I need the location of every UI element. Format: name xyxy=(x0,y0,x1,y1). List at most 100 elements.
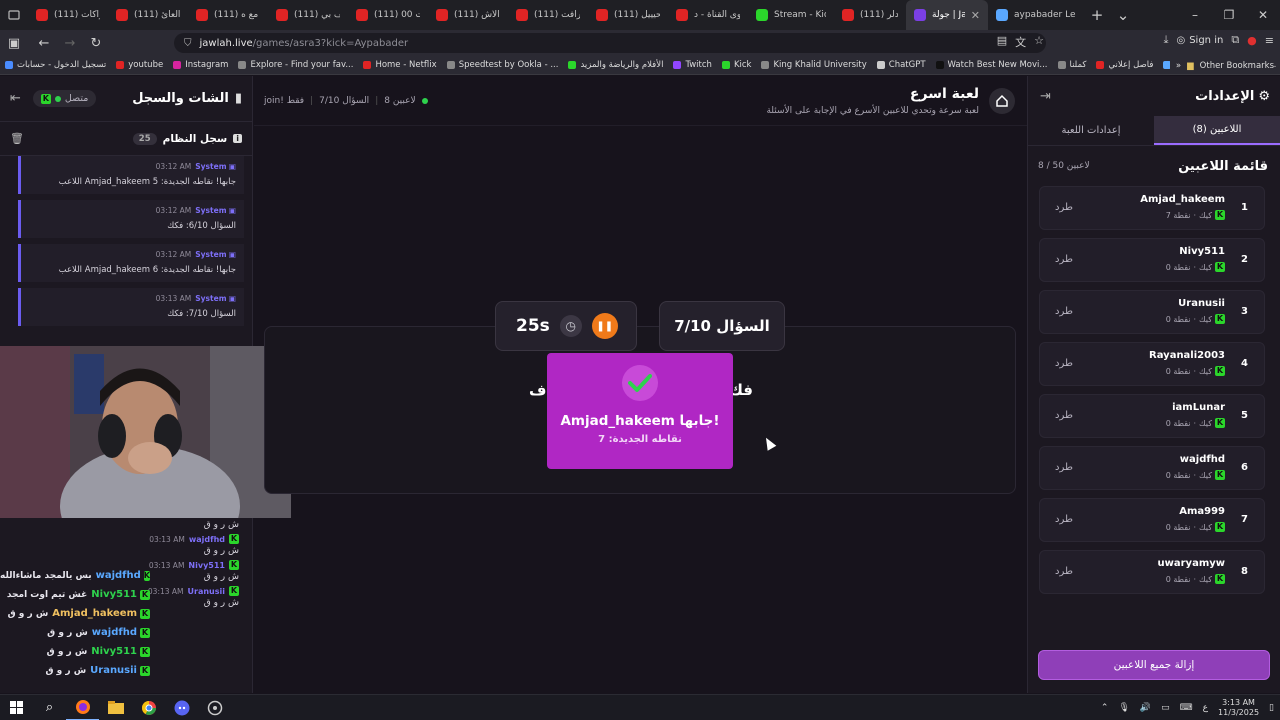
close-tab-icon[interactable]: ✕ xyxy=(971,9,980,22)
bookmark-item[interactable]: Instagram xyxy=(168,60,233,70)
browser-tab[interactable]: (111) الاشتراكات xyxy=(28,0,108,30)
kick-player-button[interactable]: طرد xyxy=(1055,306,1073,317)
bookmark-item[interactable]: King Khalid University xyxy=(756,60,871,70)
stream-chat-overlay: بس يالمجد ماشاءالله wajdfhd K غش تيم اوت ام… xyxy=(0,566,150,680)
kick-badge-icon: K xyxy=(140,646,150,657)
new-tab-button[interactable]: + xyxy=(1084,6,1110,24)
bookmark-item[interactable]: Watch Best New Movi... xyxy=(931,60,1053,70)
input-language[interactable]: ع xyxy=(1203,703,1208,713)
collapse-settings-icon[interactable]: ⇥ xyxy=(1040,89,1051,104)
collapse-panel-icon[interactable]: ⇤ xyxy=(10,91,21,106)
reader-view-icon[interactable]: ▤ xyxy=(997,34,1007,50)
browser-tab[interactable]: (111) مافيا مع ه xyxy=(188,0,268,30)
kick-player-button[interactable]: طرد xyxy=(1055,202,1073,213)
browser-tab[interactable]: (111) أغرب الأش xyxy=(428,0,508,30)
bookmark-item[interactable]: Kick xyxy=(717,60,757,70)
bookmark-item[interactable]: ChatGPT xyxy=(872,60,931,70)
extensions-icon[interactable]: ⧉ xyxy=(1231,33,1239,47)
notification-icon[interactable]: ▯ xyxy=(1269,703,1274,713)
browser-tab[interactable]: (111) ميدلر xyxy=(834,0,906,30)
restore-icon[interactable]: ❐ xyxy=(1212,0,1246,30)
microphone-icon[interactable]: 🎙 xyxy=(1118,703,1129,713)
sign-in-button[interactable]: ◎ Sign in xyxy=(1176,35,1223,46)
windows-start-icon[interactable] xyxy=(0,695,33,720)
chat-username[interactable]: wajdfhd xyxy=(189,535,225,544)
close-window-icon[interactable]: ✕ xyxy=(1246,0,1280,30)
bookmark-item[interactable]: Speedtest by Ookla - ... xyxy=(442,60,564,70)
firefox-icon[interactable] xyxy=(66,695,99,720)
log-time: 03:13 AM xyxy=(155,294,192,303)
kick-player-button[interactable]: طرد xyxy=(1055,462,1073,473)
sidebar-toggle-icon[interactable]: ▣ xyxy=(2,31,26,55)
bookmark-item[interactable]: Home - Netflix xyxy=(358,60,441,70)
chat-username[interactable]: Nivy511 xyxy=(188,561,225,570)
site-info-icon[interactable]: ⛉ xyxy=(184,38,192,49)
trash-icon[interactable]: 🗑 xyxy=(10,132,24,145)
bookmark-item[interactable]: youtube xyxy=(111,60,168,70)
file-explorer-icon[interactable] xyxy=(99,695,132,720)
tab-list-button[interactable] xyxy=(0,0,28,30)
kick-player-button[interactable]: طرد xyxy=(1055,410,1073,421)
pause-button[interactable]: ❚❚ xyxy=(591,313,618,339)
reload-icon[interactable]: ↻ xyxy=(84,31,108,55)
browser-tab[interactable]: (111) جمعت 00 xyxy=(348,0,428,30)
log-meta: 03:12 AM System ▣ xyxy=(29,206,236,215)
player-rank: 5 xyxy=(1241,410,1248,421)
kick-player-button[interactable]: طرد xyxy=(1055,514,1073,525)
browser-tab[interactable]: (111) قصة العائ xyxy=(108,0,188,30)
overlay-chat-user: Amjad_hakeem xyxy=(52,608,137,619)
bookmark-label: Twitch xyxy=(685,60,712,70)
tray-chevron-icon[interactable]: ⌃ xyxy=(1101,703,1109,713)
bookmark-item[interactable]: فاصل إعلاني xyxy=(1091,60,1158,70)
extension-red-icon[interactable]: ● xyxy=(1247,34,1257,47)
network-icon[interactable]: ▭ xyxy=(1161,703,1170,713)
bookmark-item[interactable]: الأفلام والرياضة والمزيد xyxy=(563,60,668,70)
bookmark-item[interactable]: Explore - Find your fav... xyxy=(233,60,358,70)
player-info: 7 نقطة · كيك K xyxy=(1166,210,1225,220)
search-icon[interactable]: ⌕ xyxy=(33,695,66,720)
browser-tab[interactable]: جولة | Jawlah ✕ xyxy=(906,0,988,30)
home-button[interactable] xyxy=(989,88,1015,114)
menu-icon[interactable]: ≡ xyxy=(1265,34,1274,47)
bookmark-item[interactable]: كملنا xyxy=(1053,60,1092,70)
browser-tab[interactable]: Stream - Kick D xyxy=(748,0,834,30)
info-separator: · xyxy=(1193,210,1197,220)
forward-icon[interactable]: → xyxy=(58,31,82,55)
other-bookmarks[interactable]: » ▆ Other Bookmarks xyxy=(1169,56,1274,74)
tab-players[interactable]: اللاعبين (8) xyxy=(1154,116,1280,145)
kick-player-button[interactable]: طرد xyxy=(1055,358,1073,369)
browser-tab[interactable]: (111) سوالف بي xyxy=(268,0,348,30)
tab-menu-chevron-icon[interactable]: ⌄ xyxy=(1110,6,1136,24)
chat-username[interactable]: Uranusii xyxy=(188,587,225,596)
kick-badge-icon: K xyxy=(140,589,150,600)
browser-tab[interactable]: محتوى القناة - د xyxy=(668,0,748,30)
minimize-icon[interactable]: – xyxy=(1178,0,1212,30)
chrome-icon[interactable] xyxy=(132,695,165,720)
tab-game-settings[interactable]: إعدادات اللعبة xyxy=(1028,116,1154,145)
back-icon[interactable]: ← xyxy=(32,31,56,55)
discord-icon[interactable] xyxy=(165,695,198,720)
bookmark-favicon-icon xyxy=(876,61,885,69)
url-input[interactable]: ⛉ jawlah.live/games/asra3?kick=Aypabader xyxy=(174,33,1046,53)
app-icon[interactable] xyxy=(198,695,231,720)
taskbar-clock[interactable]: 3:13 AM 11/3/2025 xyxy=(1218,698,1259,718)
browser-tab[interactable]: (111) ماين كرافت xyxy=(508,0,588,30)
keyboard-icon[interactable]: ⌨ xyxy=(1180,703,1193,713)
volume-icon[interactable]: 🔊 xyxy=(1140,703,1151,713)
bookmark-label: Explore - Find your fav... xyxy=(250,60,354,70)
browser-tab[interactable]: aypabader Lea xyxy=(988,0,1084,30)
bookmark-item[interactable]: تسجيل الدخول - حسابات xyxy=(0,60,111,70)
kick-player-button[interactable]: طرد xyxy=(1055,254,1073,265)
player-row: 3 Uranusii 0 نقطة · كيك K طرد xyxy=(1039,290,1265,334)
browser-tab[interactable]: (111) مستحيييل xyxy=(588,0,668,30)
kick-player-button[interactable]: طرد xyxy=(1055,566,1073,577)
chevron-right-icon[interactable]: » xyxy=(1176,61,1181,71)
translate-icon[interactable]: 文 xyxy=(1015,34,1026,50)
kick-badge-icon: K xyxy=(140,665,150,676)
bookmark-item[interactable]: Twitch xyxy=(668,60,717,70)
bookmark-star-icon[interactable]: ☆ xyxy=(1034,34,1044,50)
webcam-image xyxy=(0,346,291,518)
system-log-list[interactable]: 03:12 AM System ▣ اللاعب Amjad_hakeem جابه… xyxy=(18,156,244,342)
remove-all-players-button[interactable]: إزالة جميع اللاعبين xyxy=(1038,650,1270,680)
download-icon[interactable]: ⤓ xyxy=(1164,33,1169,47)
